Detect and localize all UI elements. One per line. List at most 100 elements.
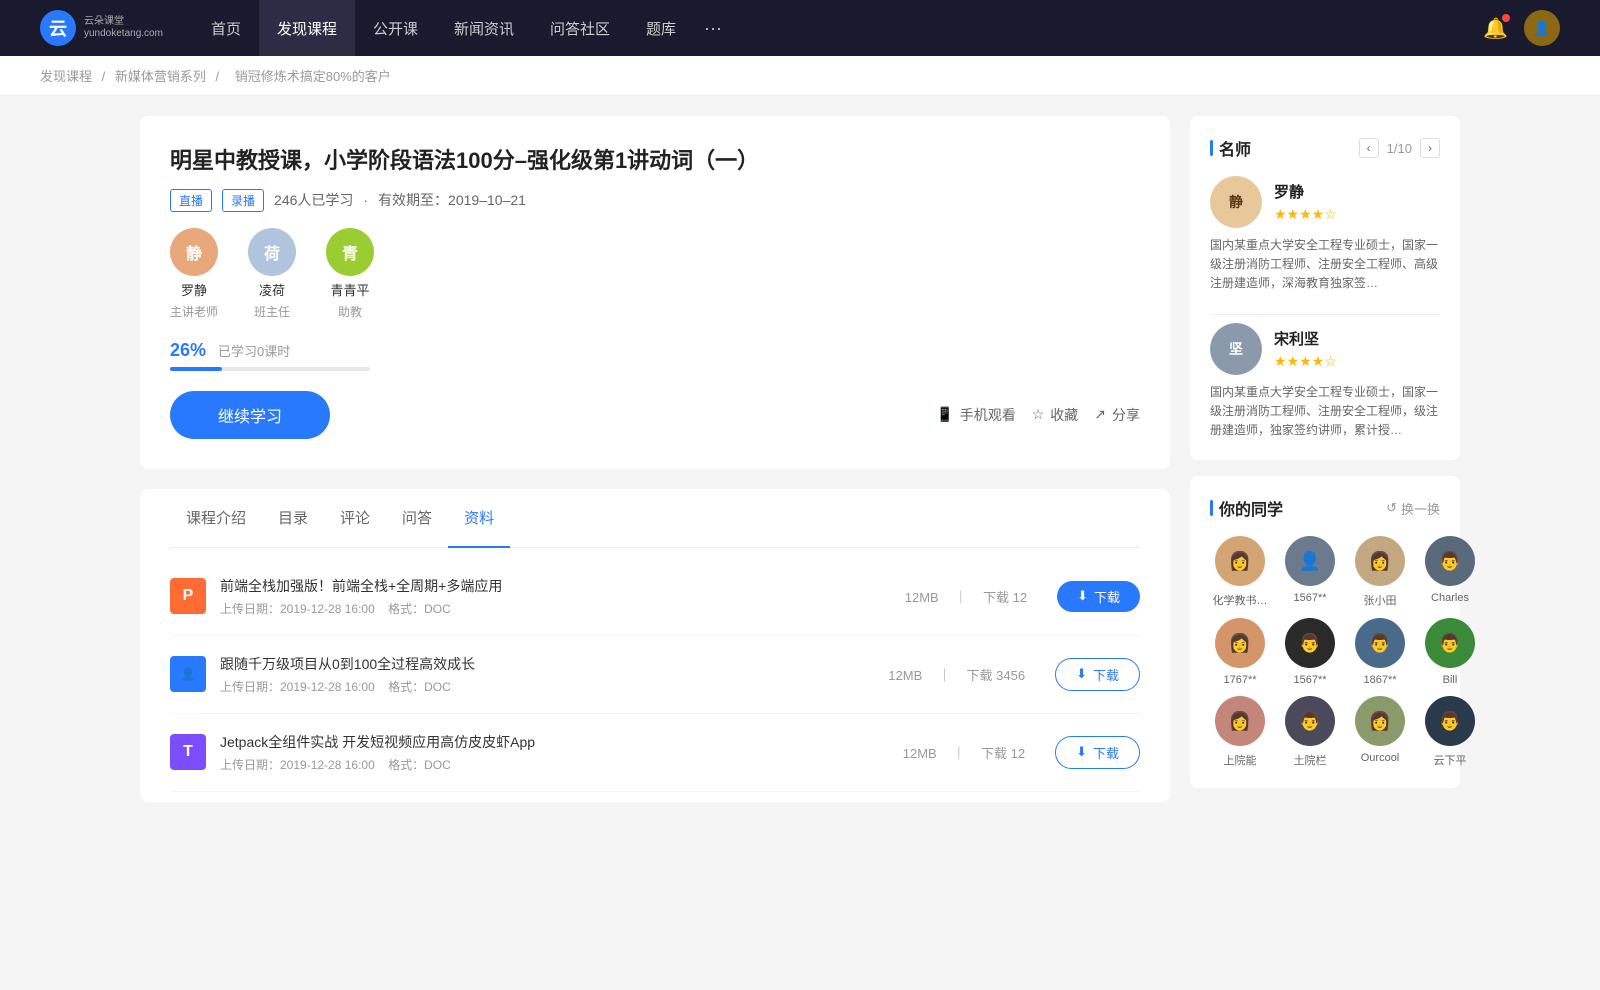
classmate-name-10: 土院栏 (1280, 752, 1340, 768)
tab-materials[interactable]: 资料 (448, 489, 510, 548)
share-button[interactable]: ↗ 分享 (1094, 405, 1140, 425)
classmate-name-1: 化学教书… (1210, 592, 1270, 608)
material-title-1: 前端全栈加强版！前端全栈+全周期+多端应用 (220, 576, 899, 596)
download-icon-1: ⬇ (1077, 588, 1088, 604)
breadcrumb-current: 销冠修炼术搞定80%的客户 (235, 69, 391, 84)
user-avatar[interactable]: 👤 (1524, 10, 1560, 46)
teacher-avatar-1: 静 (170, 228, 218, 276)
material-item-3: T Jetpack全组件实战 开发短视频应用高仿皮皮虾App 上传日期：2019… (170, 714, 1140, 792)
download-icon-3: ⬇ (1076, 744, 1087, 760)
nav-item-more[interactable]: ··· (694, 0, 732, 56)
left-content: 明星中教授课，小学阶段语法100分–强化级第1讲动词（一） 直播 录播 246人… (140, 116, 1170, 804)
progress-label: 已学习0课时 (218, 341, 290, 360)
action-buttons: 📱 手机观看 ☆ 收藏 ↗ 分享 (936, 405, 1140, 425)
teacher-avatar-2: 荷 (248, 228, 296, 276)
classmate-item-12[interactable]: 👨 云下平 (1420, 696, 1480, 768)
teachers-card-header: 名师 ‹ 1/10 › (1210, 136, 1440, 160)
teacher-role-3: 助教 (338, 303, 362, 320)
refresh-button[interactable]: ↺ 换一换 (1386, 499, 1440, 518)
nav-item-home[interactable]: 首页 (193, 0, 259, 56)
sidebar-teacher-1: 静 罗静 ★★★★☆ 国内某重点大学安全工程专业硕士，国家一级注册消防工程师、注… (1210, 176, 1440, 294)
classmate-item-5[interactable]: 👩 1767** (1210, 618, 1270, 686)
material-stats-1: 12MB ｜ 下载 12 (899, 587, 1033, 606)
classmate-name-8: Bill (1420, 674, 1480, 686)
teacher-name-2: 凌荷 (259, 280, 285, 299)
collect-button[interactable]: ☆ 收藏 (1032, 405, 1079, 425)
materials-list: P 前端全栈加强版！前端全栈+全周期+多端应用 上传日期：2019-12-28 … (170, 548, 1140, 802)
download-button-2[interactable]: ⬇ 下载 (1055, 658, 1140, 691)
breadcrumb-link-1[interactable]: 发现课程 (40, 69, 92, 84)
classmate-item-8[interactable]: 👨 Bill (1420, 618, 1480, 686)
material-format-2: 格式：DOC (388, 680, 451, 694)
logo[interactable]: 云 云朵课堂 yundoketang.com (40, 10, 163, 46)
badge-record: 录播 (222, 189, 264, 212)
sidebar-teacher-2-top: 坚 宋利坚 ★★★★☆ (1210, 323, 1440, 375)
course-validity: 有效期至：2019–10–21 (378, 190, 526, 210)
classmate-item-4[interactable]: 👨 Charles (1420, 536, 1480, 608)
right-sidebar: 名师 ‹ 1/10 › 静 罗静 ★★★★☆ (1190, 116, 1460, 804)
navigation: 云 云朵课堂 yundoketang.com 首页 发现课程 公开课 新闻资讯 … (0, 0, 1600, 56)
classmate-item-7[interactable]: 👨 1867** (1350, 618, 1410, 686)
download-button-1[interactable]: ⬇ 下载 (1057, 581, 1140, 612)
classmate-name-9: 上院能 (1210, 752, 1270, 768)
classmate-avatar-4: 👨 (1425, 536, 1475, 586)
classmate-name-7: 1867** (1350, 674, 1410, 686)
classmate-item-1[interactable]: 👩 化学教书… (1210, 536, 1270, 608)
breadcrumb-sep-2: / (216, 69, 223, 84)
logo-icon: 云 (40, 10, 76, 46)
progress-bar-bg (170, 367, 370, 371)
tab-comments[interactable]: 评论 (324, 489, 386, 548)
progress-section: 26% 已学习0课时 (170, 340, 1140, 371)
material-item-2: 👤 跟随千万级项目从0到100全过程高效成长 上传日期：2019-12-28 1… (170, 636, 1140, 714)
refresh-label: 换一换 (1401, 499, 1440, 518)
teacher-item-3: 青 青青平 助教 (326, 228, 374, 320)
continue-button[interactable]: 继续学习 (170, 391, 330, 439)
page-next-button[interactable]: › (1420, 138, 1440, 158)
classmate-name-12: 云下平 (1420, 752, 1480, 768)
classmate-avatar-3: 👩 (1355, 536, 1405, 586)
nav-item-open[interactable]: 公开课 (355, 0, 436, 56)
course-card: 明星中教授课，小学阶段语法100分–强化级第1讲动词（一） 直播 录播 246人… (140, 116, 1170, 469)
tab-qa[interactable]: 问答 (386, 489, 448, 548)
material-item: P 前端全栈加强版！前端全栈+全周期+多端应用 上传日期：2019-12-28 … (170, 558, 1140, 636)
nav-item-quiz[interactable]: 题库 (628, 0, 694, 56)
material-icon-1: P (170, 578, 206, 614)
sidebar-teacher-1-top: 静 罗静 ★★★★☆ (1210, 176, 1440, 228)
sidebar-teacher-desc-2: 国内某重点大学安全工程专业硕士，国家一级注册消防工程师、注册安全工程师，级注册建… (1210, 383, 1440, 441)
tab-directory[interactable]: 目录 (262, 489, 324, 548)
progress-header: 26% 已学习0课时 (170, 340, 1140, 361)
bell-icon[interactable]: 🔔 (1483, 16, 1508, 41)
course-title: 明星中教授课，小学阶段语法100分–强化级第1讲动词（一） (170, 146, 1140, 177)
main-container: 明星中教授课，小学阶段语法100分–强化级第1讲动词（一） 直播 录播 246人… (100, 116, 1500, 804)
download-button-3[interactable]: ⬇ 下载 (1055, 736, 1140, 769)
mobile-icon: 📱 (936, 406, 953, 423)
teacher-divider (1210, 314, 1440, 315)
download-icon-2: ⬇ (1076, 666, 1087, 682)
classmate-item-11[interactable]: 👩 Ourcool (1350, 696, 1410, 768)
material-meta-3: 上传日期：2019-12-28 16:00 格式：DOC (220, 756, 897, 773)
nav-item-news[interactable]: 新闻资讯 (436, 0, 532, 56)
classmate-avatar-10: 👨 (1285, 696, 1335, 746)
nav-item-qa[interactable]: 问答社区 (532, 0, 628, 56)
download-label-1: 下载 (1094, 587, 1120, 606)
classmate-name-2: 1567** (1280, 592, 1340, 604)
material-icon-2: 👤 (170, 656, 206, 692)
classmate-item-6[interactable]: 👨 1567** (1280, 618, 1340, 686)
classmate-item-10[interactable]: 👨 土院栏 (1280, 696, 1340, 768)
classmate-name-11: Ourcool (1350, 752, 1410, 764)
classmate-item-9[interactable]: 👩 上院能 (1210, 696, 1270, 768)
classmate-avatar-8: 👨 (1425, 618, 1475, 668)
material-title-2: 跟随千万级项目从0到100全过程高效成长 (220, 654, 882, 674)
nav-item-courses[interactable]: 发现课程 (259, 0, 355, 56)
classmate-item-2[interactable]: 👤 1567** (1280, 536, 1340, 608)
classmates-header: 你的同学 ↺ 换一换 (1210, 496, 1440, 520)
mobile-watch-button[interactable]: 📱 手机观看 (936, 405, 1015, 425)
breadcrumb-link-2[interactable]: 新媒体营销系列 (115, 69, 206, 84)
page-prev-button[interactable]: ‹ (1359, 138, 1379, 158)
tab-intro[interactable]: 课程介绍 (170, 489, 262, 548)
teacher-item-1: 静 罗静 主讲老师 (170, 228, 218, 320)
classmate-item-3[interactable]: 👩 张小田 (1350, 536, 1410, 608)
logo-text: 云朵课堂 yundoketang.com (84, 16, 163, 40)
classmate-name-4: Charles (1420, 592, 1480, 604)
notification-dot (1502, 14, 1510, 22)
